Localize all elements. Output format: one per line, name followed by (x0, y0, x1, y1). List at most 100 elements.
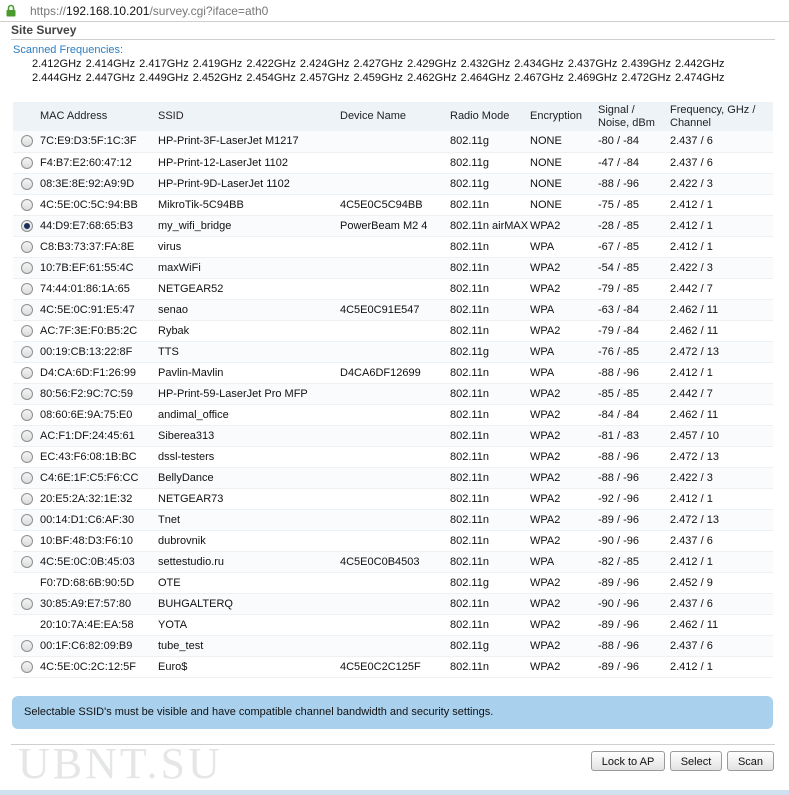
frequency-cell: 2.472 / 13 (670, 509, 773, 531)
table-row[interactable]: 4C:5E:0C:5C:94:BB MikroTik-5C94BB 4C5E0C5C… (13, 194, 773, 216)
radio-mode-cell: 802.11n (450, 551, 530, 573)
ap-radio[interactable] (20, 135, 33, 148)
table-row[interactable]: C8:B3:73:37:FA:8E virus 802.11n WPA -67 / -8… (13, 236, 773, 258)
encryption-cell: WPA (530, 236, 598, 258)
device-name-cell: 4C5E0C2C125F (340, 656, 450, 678)
frequency-cell: 2.462 / 11 (670, 320, 773, 342)
frequency-cell: 2.412 / 1 (670, 236, 773, 258)
table-header-row: MAC Address SSID Device Name Radio Mode … (13, 102, 773, 131)
table-row[interactable]: 20:10:7A:4E:EA:58 YOTA 802.11n WPA2 -89 / -9… (13, 614, 773, 636)
table-row[interactable]: 10:BF:48:D3:F6:10 dubrovnik 802.11n WPA2 -90… (13, 530, 773, 552)
ap-radio[interactable] (20, 534, 33, 547)
table-row[interactable]: 30:85:A9:E7:57:80 BUHGALTERQ 802.11n WPA2 -9… (13, 593, 773, 615)
table-row[interactable]: AC:F1:DF:24:45:61 Siberea313 802.11n WPA2 -8… (13, 425, 773, 447)
ap-radio-selected[interactable] (20, 219, 33, 232)
ap-radio[interactable] (20, 429, 33, 442)
ap-radio[interactable] (20, 555, 33, 568)
signal-cell: -63 / -84 (598, 299, 670, 321)
encryption-cell: WPA2 (530, 215, 598, 237)
signal-cell: -28 / -85 (598, 215, 670, 237)
ap-radio[interactable] (20, 345, 33, 358)
address-bar[interactable]: https://192.168.10.201/survey.cgi?iface=… (0, 0, 789, 22)
ap-radio[interactable] (20, 240, 33, 253)
ssid-cell: Siberea313 (158, 425, 340, 447)
mac-cell: 80:56:F2:9C:7C:59 (40, 383, 158, 405)
table-row[interactable]: AC:7F:3E:F0:B5:2C Rybak 802.11n WPA2 -79 / -… (13, 320, 773, 342)
radio-mode-cell: 802.11n (450, 425, 530, 447)
ap-radio[interactable] (20, 324, 33, 337)
frequency-cell: 2.437 / 6 (670, 152, 773, 174)
table-row[interactable]: 4C:5E:0C:2C:12:5F Euro$ 4C5E0C2C125F 802.11… (13, 656, 773, 678)
ap-radio[interactable] (20, 177, 33, 190)
ap-radio[interactable] (20, 303, 33, 316)
signal-cell: -88 / -96 (598, 446, 670, 468)
ap-radio[interactable] (20, 387, 33, 400)
ap-radio[interactable] (20, 366, 33, 379)
ap-radio[interactable] (20, 450, 33, 463)
ap-radio[interactable] (20, 639, 33, 652)
ap-radio[interactable] (20, 198, 33, 211)
ap-radio[interactable] (20, 660, 33, 673)
table-row[interactable]: 00:19:CB:13:22:8F TTS 802.11g WPA -76 / -85 2… (13, 341, 773, 363)
select-cell (13, 656, 40, 678)
device-name-cell (340, 278, 450, 300)
table-row[interactable]: 00:1F:C6:82:09:B9 tube_test 802.11g WPA2 -88… (13, 635, 773, 657)
select-cell (13, 320, 40, 342)
table-row[interactable]: 00:14:D1:C6:AF:30 Tnet 802.11n WPA2 -89 / -9… (13, 509, 773, 531)
radio-mode-cell: 802.11n (450, 257, 530, 279)
ap-radio[interactable] (20, 492, 33, 505)
device-name-cell (340, 593, 450, 615)
signal-cell: -92 / -96 (598, 488, 670, 510)
ap-radio[interactable] (20, 282, 33, 295)
header-frequency: Frequency, GHz / Channel (670, 102, 773, 131)
url-text[interactable]: https://192.168.10.201/survey.cgi?iface=… (30, 0, 268, 22)
ap-radio[interactable] (20, 471, 33, 484)
frequency-cell: 2.442 / 7 (670, 278, 773, 300)
table-row[interactable]: C4:6E:1F:C5:F6:CC BellyDance 802.11n WPA2 -8… (13, 467, 773, 489)
table-row[interactable]: 44:D9:E7:68:65:B3 my_wifi_bridge PowerBeam… (13, 215, 773, 237)
device-name-cell (340, 572, 450, 594)
signal-cell: -79 / -85 (598, 278, 670, 300)
signal-cell: -75 / -85 (598, 194, 670, 216)
select-cell (13, 278, 40, 300)
device-name-cell: D4CA6DF12699 (340, 362, 450, 384)
select-button[interactable]: Select (670, 751, 722, 771)
radio-mode-cell: 802.11n (450, 509, 530, 531)
header-device-name: Device Name (340, 110, 407, 122)
table-row[interactable]: D4:CA:6D:F1:26:99 Pavlin-Mavlin D4CA6DF126… (13, 362, 773, 384)
table-row[interactable]: 08:60:6E:9A:75:E0 andimal_office 802.11n WP… (13, 404, 773, 426)
table-row[interactable]: 08:3E:8E:92:A9:9D HP-Print-9D-LaserJet 11… (13, 173, 773, 195)
select-cell (13, 614, 40, 636)
table-row[interactable]: 4C:5E:0C:0B:45:03 settestudio.ru 4C5E0C0B4… (13, 551, 773, 573)
device-name-cell (340, 614, 450, 636)
device-name-cell: 4C5E0C5C94BB (340, 194, 450, 216)
radio-mode-cell: 802.11n (450, 656, 530, 678)
table-row[interactable]: EC:43:F6:08:1B:BC dssl-testers 802.11n WPA2… (13, 446, 773, 468)
table-row[interactable]: 10:7B:EF:61:55:4C maxWiFi 802.11n WPA2 -54 /… (13, 257, 773, 279)
ap-radio[interactable] (20, 156, 33, 169)
ap-radio[interactable] (20, 408, 33, 421)
ap-radio[interactable] (20, 261, 33, 274)
lock-to-ap-button[interactable]: Lock to AP (591, 751, 665, 771)
mac-cell: 7C:E9:D3:5F:1C:3F (40, 131, 158, 153)
table-row[interactable]: F0:7D:68:6B:90:5D OTE 802.11g WPA2 -89 / -96… (13, 572, 773, 594)
ssid-cell: andimal_office (158, 404, 340, 426)
table-row[interactable]: 80:56:F2:9C:7C:59 HP-Print-59-LaserJet Pr… (13, 383, 773, 405)
select-cell (13, 488, 40, 510)
radio-mode-cell: 802.11n (450, 362, 530, 384)
mac-cell: 4C:5E:0C:2C:12:5F (40, 656, 158, 678)
select-cell (13, 509, 40, 531)
scan-button[interactable]: Scan (727, 751, 774, 771)
table-row[interactable]: 20:E5:2A:32:1E:32 NETGEAR73 802.11n WPA2 -92… (13, 488, 773, 510)
radio-mode-cell: 802.11g (450, 173, 530, 195)
table-row[interactable]: 4C:5E:0C:91:E5:47 senao 4C5E0C91E547 802.11… (13, 299, 773, 321)
ap-radio[interactable] (20, 597, 33, 610)
mac-cell: 4C:5E:0C:91:E5:47 (40, 299, 158, 321)
scanned-frequencies-list: 2.412GHz 2.414GHz 2.417GHz 2.419GHz 2.42… (32, 58, 725, 84)
url-path: /survey.cgi?iface=ath0 (149, 4, 269, 18)
ap-radio[interactable] (20, 513, 33, 526)
table-row[interactable]: 7C:E9:D3:5F:1C:3F HP-Print-3F-LaserJet M1… (13, 131, 773, 153)
table-row[interactable]: 74:44:01:86:1A:65 NETGEAR52 802.11n WPA2 -79… (13, 278, 773, 300)
header-radio-mode: Radio Mode (450, 110, 510, 122)
table-row[interactable]: F4:B7:E2:60:47:12 HP-Print-12-LaserJet 11… (13, 152, 773, 174)
